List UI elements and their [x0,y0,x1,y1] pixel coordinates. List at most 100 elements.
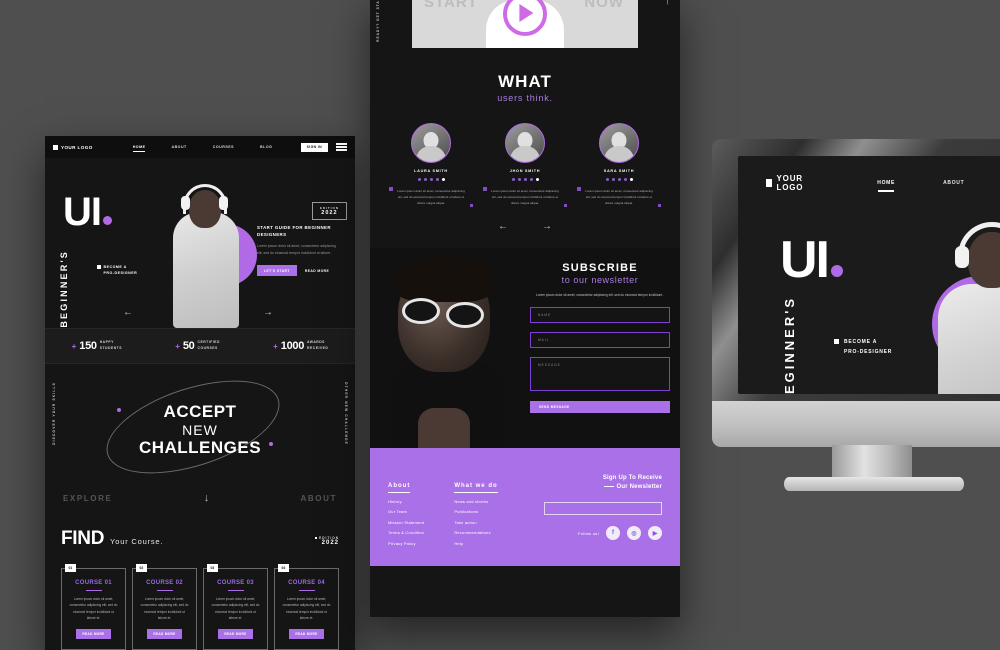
edition-year: 2022 [321,210,338,216]
nav-item-about[interactable]: ABOUT [943,180,964,186]
hero-copy-body: Lorem ipsum dolor sit amet, consectetur … [257,244,336,255]
send-message-button[interactable]: SEND MESSAGE [530,401,670,414]
hero-carousel-arrows: ← → [45,308,355,320]
course-read-more-button[interactable]: READ MORE [147,628,182,639]
course-body: Lorem ipsum dolor sit amet, consectetur … [211,597,260,621]
testimonial-name: LAURA SMITH [414,169,448,173]
video-side-label: READY? GET START [376,0,380,42]
stat-item: + 150 HAPPY STUDENTS [72,340,122,352]
star-icon [511,178,515,181]
testimonial-prev-icon[interactable]: ← [498,222,508,232]
star-icon [523,178,527,181]
scroll-up-arrow-icon[interactable]: ↑ [665,0,670,7]
imac-bezel: YOUR LOGO HOME ABOUT COURSES UI BEGINNER… [712,139,1000,401]
quote-close-icon [563,203,567,207]
footer-link[interactable]: Recommendations [454,530,497,535]
side-label-right: OTHER NEW CHALLENGE [344,382,348,445]
rating-stars [484,178,566,181]
instagram-icon[interactable]: ◎ [627,526,641,540]
follow-label: Follow us! [577,530,599,536]
course-card[interactable]: 02 COURSE 02 Lorem ipsum dolor sit amet,… [132,564,197,650]
youtube-icon[interactable]: ▶ [648,526,662,540]
person-hair [394,256,494,302]
nav-item-home[interactable]: HOME [132,145,146,152]
avatar [505,123,545,163]
stats-bar: + 150 HAPPY STUDENTS + 50 CERTIFIED COURSE… [45,328,355,364]
person-hoodie [938,284,1000,394]
lets-start-button[interactable]: LET'S START [257,265,297,277]
footer-link[interactable]: Help [454,541,497,546]
nav-item-courses[interactable]: COURSES [213,145,234,149]
footer: About History Our Team Mission Statement… [370,448,680,566]
arrow-left-icon[interactable]: ← [123,308,133,318]
video-word-right: NOW [584,0,624,11]
course-read-more-button[interactable]: READ MORE [218,628,253,639]
imac-chin [712,401,1000,447]
course-body: Lorem ipsum dolor sit amet, consectetur … [140,597,189,621]
footer-link[interactable]: Terms & Condition [388,530,424,535]
avatar-body [416,146,446,162]
footer-column-about: About History Our Team Mission Statement… [388,474,424,546]
footer-about-heading: About [388,483,411,493]
imac-screen: YOUR LOGO HOME ABOUT COURSES UI BEGINNER… [738,156,1000,394]
stat-label-1: HAPPY [99,340,114,345]
footer-link[interactable]: Mission Statement [388,520,424,525]
testimonial-next-icon[interactable]: → [542,222,552,232]
about-link[interactable]: ABOUT [301,494,337,503]
testimonial-name: SARA SMITH [603,169,635,173]
quote-open-icon [483,187,487,191]
mail-field[interactable]: MAIL [530,332,670,349]
read-more-link[interactable]: READ MORE [305,269,329,273]
course-number: 01 [104,580,112,586]
challenge-line-1: ACCEPT [163,402,237,421]
subscribe-heading-light: to our newsletter [561,275,639,285]
testimonial-card: LAURA SMITH Lorem ipsum dolor sit amet, … [389,123,473,207]
course-number: 02 [175,580,183,586]
testimonial-quote-wrap: Lorem ipsum dolor sit amet, consectetur … [483,187,567,207]
footer-link[interactable]: News and stories [454,499,497,504]
footer-link[interactable]: History [388,499,424,504]
stat-label-1: AWARDS [307,340,325,345]
hero-title: UI [63,192,112,232]
find-heading: FIND Your Course. [61,528,339,550]
facebook-icon[interactable]: f [606,526,620,540]
mockup-stage: YOUR LOGO HOME ABOUT COURSES BLOG SIGN I… [0,0,1000,650]
footer-link[interactable]: Privacy Policy [388,541,424,546]
footer-link[interactable]: Our Team [388,509,424,514]
headphone-cup-left [955,246,969,268]
nav-item-home[interactable]: HOME [877,180,895,192]
nav-item-about[interactable]: ABOUT [171,145,186,149]
find-edition-badge: EDITION 2022 [314,536,339,546]
course-card[interactable]: 03 COURSE 03 Lorem ipsum dolor sit amet,… [203,564,268,650]
signin-button[interactable]: SIGN IN [300,142,328,152]
course-card[interactable]: 04 COURSE 04 Lorem ipsum dolor sit amet,… [274,564,339,650]
footer-link[interactable]: Publications [454,509,497,514]
quote-open-icon [577,187,581,191]
edition-badge: EDITION 2022 [311,202,347,220]
social-row: Follow us! f ◎ ▶ [544,526,662,540]
avatar [599,123,639,163]
course-read-more-button[interactable]: READ MORE [289,628,324,639]
logo[interactable]: YOUR LOGO [53,144,93,150]
explore-link[interactable]: EXPLORE [63,494,112,503]
course-card[interactable]: 01 COURSE 01 Lorem ipsum dolor sit amet,… [61,564,126,650]
testimonials-heading-light: users think. [497,93,553,103]
message-field[interactable]: MESSAGE [530,357,670,392]
course-read-more-button[interactable]: READ MORE [76,628,111,639]
hamburger-menu-icon[interactable] [336,143,347,151]
subscribe-person-image [378,254,528,448]
course-title: COURSE [217,580,245,586]
testimonial-card: SARA SMITH Lorem ipsum dolor sit amet, c… [577,123,661,207]
name-field[interactable]: NAME [530,307,670,324]
nav-links: HOME ABOUT COURSES BLOG [132,145,273,152]
scroll-down-arrow-icon[interactable]: ↓ [204,492,210,504]
arrow-right-icon[interactable]: → [263,308,273,318]
nav-item-blog[interactable]: BLOG [260,145,272,149]
stat-label-2: STUDENTS [99,346,122,350]
testimonial-card: JHON SMITH Lorem ipsum dolor sit amet, c… [483,123,567,207]
play-icon[interactable] [519,4,534,22]
newsletter-email-input[interactable] [544,502,662,515]
imac-become-pro-label: BECOME A PRO-DESIGNER [834,338,892,357]
footer-link[interactable]: Take action [454,520,497,525]
subscribe-body: Lorem ipsum dolor sit amet, consectetur … [536,293,664,297]
